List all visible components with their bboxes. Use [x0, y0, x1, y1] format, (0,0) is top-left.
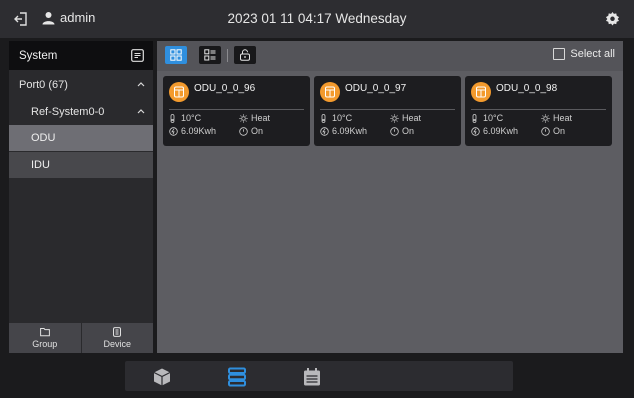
group-button[interactable]: Group [9, 323, 81, 353]
card-name: ODU_0_0_96 [194, 83, 256, 94]
card-state: On [239, 126, 263, 136]
card-mode: Heat [541, 113, 572, 123]
power-icon [541, 126, 550, 136]
device-list-icon[interactable] [227, 367, 247, 387]
odu-card[interactable]: ODU_0_0_96 10°C Heat 6.09Kwh On [163, 76, 310, 146]
card-state-value: On [553, 126, 566, 136]
sun-icon [390, 113, 399, 123]
power-icon [390, 126, 399, 136]
card-temperature-value: 10°C [332, 113, 353, 123]
bottom-nav [125, 361, 513, 391]
toolbar-divider [227, 49, 228, 62]
list-view-icon [204, 49, 216, 61]
gear-icon[interactable] [605, 11, 620, 26]
card-mode: Heat [390, 113, 421, 123]
card-energy: 6.09Kwh [471, 126, 518, 136]
sidebar-item-odu[interactable]: ODU [9, 125, 153, 151]
device-button-label: Device [103, 339, 131, 349]
sidebar: System Port0 (67) Ref-System0-0 ODU IDU … [9, 41, 153, 353]
tree-item-label: Port0 (67) [19, 79, 68, 91]
datetime-label: 2023 01 11 04:17 Wednesday [227, 11, 407, 26]
thermometer-icon [170, 113, 175, 123]
card-energy: 6.09Kwh [320, 126, 367, 136]
top-bar: admin 2023 01 11 04:17 Wednesday [0, 0, 634, 38]
device-box-icon[interactable] [152, 367, 172, 387]
system-title: System [19, 49, 58, 62]
edit-list-icon[interactable] [131, 49, 144, 62]
card-temperature: 10°C [320, 113, 352, 123]
energy-icon [471, 126, 480, 136]
card-name: ODU_0_0_97 [345, 83, 407, 94]
odu-unit-icon [169, 82, 189, 102]
thermometer-icon [472, 113, 477, 123]
energy-icon [320, 126, 329, 136]
calendar-icon[interactable] [302, 367, 322, 387]
sidebar-item-label: ODU [31, 132, 56, 144]
sun-icon [541, 113, 550, 123]
tree-item-ref-system[interactable]: Ref-System0-0 [9, 100, 153, 124]
device-button[interactable]: Device [80, 323, 154, 353]
energy-icon [169, 126, 178, 136]
chevron-up-icon [137, 109, 145, 114]
select-all-checkbox[interactable]: Select all [553, 48, 615, 60]
card-state-value: On [402, 126, 415, 136]
odu-unit-icon [320, 82, 340, 102]
card-mode-value: Heat [553, 113, 573, 123]
grid-view-icon [170, 49, 182, 61]
card-temperature-value: 10°C [483, 113, 504, 123]
card-temperature: 10°C [471, 113, 503, 123]
card-energy: 6.09Kwh [169, 126, 216, 136]
card-divider [471, 109, 606, 110]
thermometer-icon [321, 113, 326, 123]
card-divider [169, 109, 304, 110]
device-icon [113, 327, 122, 337]
lock-button[interactable] [234, 46, 256, 64]
power-icon [239, 126, 248, 136]
toolbar: Select all [157, 41, 623, 71]
card-name: ODU_0_0_98 [496, 83, 558, 94]
sidebar-item-idu[interactable]: IDU [9, 152, 153, 178]
chevron-up-icon [137, 82, 145, 87]
main-panel: Select all ODU_0_0_96 10°C Heat 6.09Kwh … [157, 41, 623, 353]
checkbox-box[interactable] [553, 48, 566, 60]
card-energy-value: 6.09Kwh [483, 126, 519, 136]
odu-unit-icon [471, 82, 491, 102]
card-energy-value: 6.09Kwh [181, 126, 217, 136]
card-state-value: On [251, 126, 264, 136]
list-view-button[interactable] [199, 46, 221, 64]
sidebar-item-label: IDU [31, 159, 50, 171]
card-mode-value: Heat [402, 113, 422, 123]
system-header: System [9, 41, 153, 70]
card-state: On [541, 126, 565, 136]
select-all-label: Select all [570, 48, 615, 60]
grid-view-button[interactable] [165, 46, 187, 64]
lock-icon [240, 49, 250, 61]
card-mode: Heat [239, 113, 270, 123]
odu-card[interactable]: ODU_0_0_98 10°C Heat 6.09Kwh On [465, 76, 612, 146]
card-energy-value: 6.09Kwh [332, 126, 368, 136]
group-button-label: Group [32, 339, 58, 349]
card-temperature-value: 10°C [181, 113, 202, 123]
folder-icon [39, 328, 50, 337]
card-mode-value: Heat [251, 113, 271, 123]
sun-icon [239, 113, 248, 123]
tree-item-label: Ref-System0-0 [31, 106, 105, 118]
tree-item-port[interactable]: Port0 (67) [9, 73, 153, 97]
card-state: On [390, 126, 414, 136]
sidebar-bottom-bar: Group Device [9, 323, 153, 353]
card-divider [320, 109, 455, 110]
card-temperature: 10°C [169, 113, 201, 123]
odu-card[interactable]: ODU_0_0_97 10°C Heat 6.09Kwh On [314, 76, 461, 146]
